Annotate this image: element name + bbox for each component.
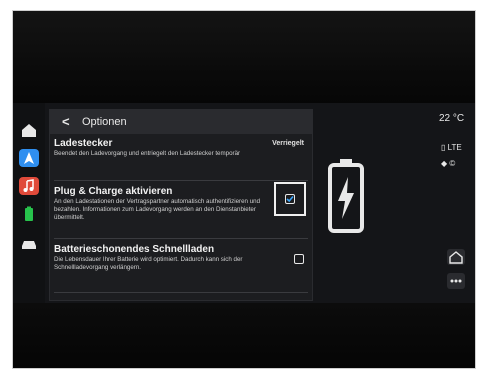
battery-charging-graphic [327,157,365,235]
dashboard-top [13,11,475,106]
fast-charge-checkbox[interactable] [294,254,304,264]
lightning-icon [338,177,354,219]
divider [54,292,308,293]
battery-icon[interactable] [19,205,39,223]
right-status-bar: 22 °C ▯ LTE ◆ © [433,103,475,303]
plug-charge-checkbox[interactable] [285,194,295,204]
panel-header: < Optionen [50,110,312,134]
network-label: LTE [447,143,462,152]
divider [54,180,308,181]
infotainment-screen: < Optionen Ladestecker Verriegelt Beende… [13,103,475,303]
network-indicator: ▯ LTE [441,143,462,152]
row-description: Beendet den Ladevorgang und entriegelt d… [54,150,241,157]
status-text: Verriegelt [272,140,304,147]
divider [54,238,308,239]
car-icon[interactable] [19,235,39,253]
list-item-plug-and-charge[interactable]: Plug & Charge aktivieren An den Ladestat… [50,186,312,232]
row-description: Die Lebensdauer Ihrer Batterie wird opti… [54,256,243,271]
list-item-batterieschonend[interactable]: Batterieschonendes Schnellladen Die Lebe… [50,244,312,288]
back-button[interactable]: < [62,110,70,134]
music-icon[interactable] [19,177,39,195]
left-dock [13,103,45,303]
temperature-readout: 22 °C [439,113,465,124]
signal-icon: ◆ © [441,159,456,168]
more-icon[interactable] [447,273,465,289]
options-panel: < Optionen Ladestecker Verriegelt Beende… [49,109,313,301]
row-title: Plug & Charge aktivieren [54,186,173,197]
row-title: Ladestecker [54,138,113,149]
row-title: Batterieschonendes Schnellladen [54,244,215,255]
home-icon[interactable] [447,249,465,265]
photo-frame: < Optionen Ladestecker Verriegelt Beende… [12,10,476,369]
page-title: Optionen [82,116,127,128]
row-description: An den Ladestationen der Vertragspartner… [54,198,261,221]
navigation-icon[interactable] [19,149,39,167]
home-icon[interactable] [19,121,39,139]
dashboard-bottom [13,303,475,368]
list-item-ladestecker[interactable]: Ladestecker Verriegelt Beendet den Ladev… [50,138,312,178]
